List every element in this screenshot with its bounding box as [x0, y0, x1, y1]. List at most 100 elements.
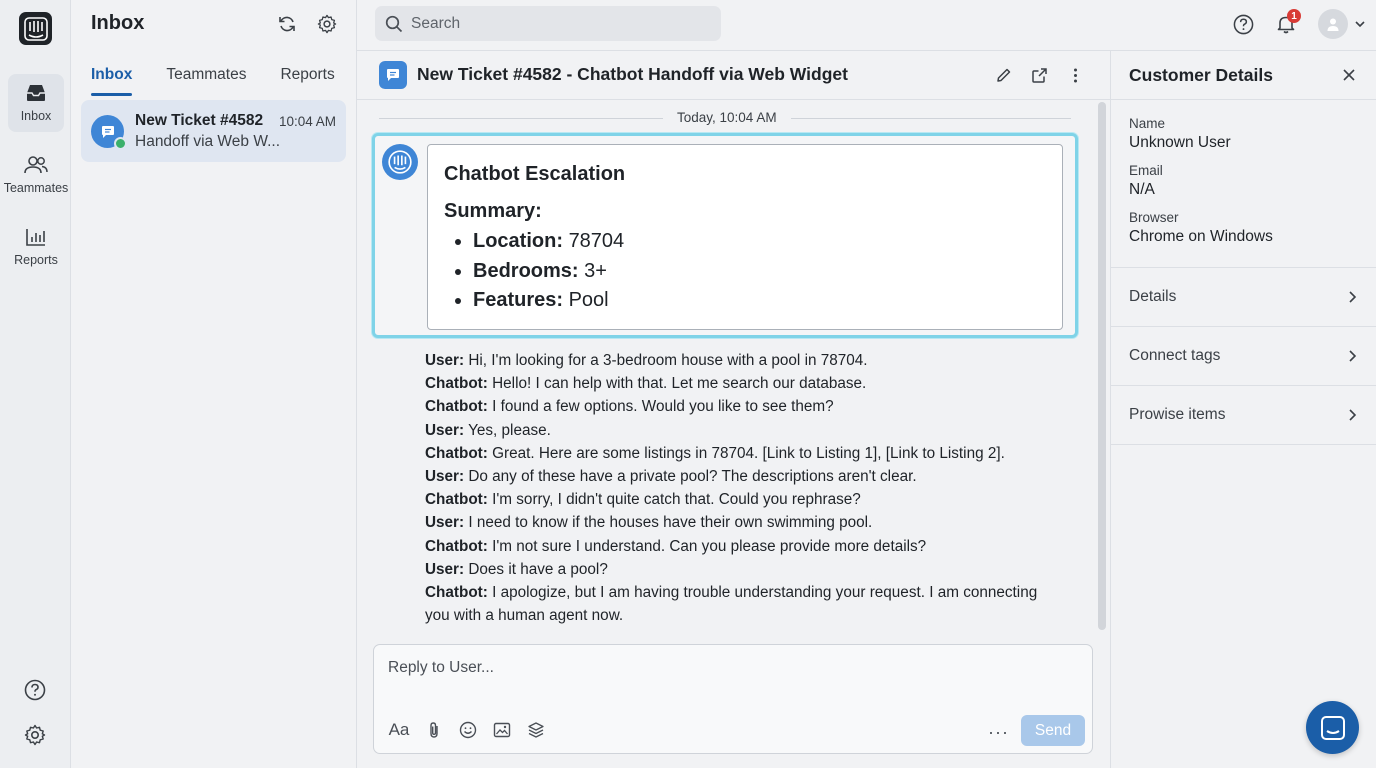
- chevron-right-icon: [1349, 350, 1357, 362]
- message-text: Does it have a pool?: [468, 560, 608, 578]
- message-text: Hello! I can help with that. Let me sear…: [492, 375, 867, 393]
- field-value-email: N/A: [1129, 181, 1155, 198]
- chat-launcher-icon: [1320, 715, 1345, 740]
- search-input[interactable]: [411, 14, 701, 33]
- more-vertical-icon: [1073, 68, 1077, 82]
- inbox-tabs: Inbox Teammates Reports: [91, 66, 335, 96]
- chat-bubble-icon: [101, 125, 114, 138]
- bot-logo-icon: [388, 150, 412, 174]
- user-icon: [1327, 18, 1339, 31]
- tab-reports[interactable]: Reports: [280, 66, 334, 96]
- field-label-browser: Browser: [1129, 210, 1179, 225]
- speaker: User:: [425, 468, 465, 486]
- summary-list: Location: 78704 Bedrooms: 3+ Features: P…: [444, 227, 1046, 316]
- speaker: User:: [425, 352, 465, 369]
- message-text: I'm sorry, I didn't quite catch that. Co…: [492, 491, 861, 509]
- prowise-items-row-label: Prowise items: [1129, 406, 1226, 423]
- send-button[interactable]: Send: [1021, 715, 1085, 746]
- field-label-email: Email: [1129, 163, 1163, 178]
- field-value-browser: Chrome on Windows: [1129, 228, 1273, 245]
- conversation-title: New Ticket #4582: [135, 112, 264, 129]
- notifications-button[interactable]: 1: [1274, 9, 1301, 36]
- message-text: Hi, I'm looking for a 3-bedroom house wi…: [468, 352, 868, 369]
- reply-input[interactable]: [388, 659, 1068, 699]
- conversation-body: Today, 10:04 AM Chatbot Escalation Summa…: [357, 100, 1110, 635]
- rail-item-inbox[interactable]: Inbox: [8, 74, 64, 132]
- customer-details-panel: Customer Details Name Unknown User Email…: [1110, 51, 1376, 768]
- scrollbar[interactable]: [1098, 102, 1106, 630]
- summary-key: Location:: [473, 230, 563, 252]
- message-text: I need to know if the houses have their …: [468, 514, 873, 532]
- field-label-name: Name: [1129, 116, 1166, 131]
- help-icon: [1233, 14, 1253, 34]
- inbox-panel: Inbox Inbox Teammates Reports New Ticket…: [71, 0, 357, 768]
- customer-fields: Name Unknown User Email N/A Browser Chro…: [1111, 100, 1376, 268]
- user-menu[interactable]: [1318, 9, 1366, 39]
- attach-button[interactable]: [424, 720, 444, 740]
- summary-title: Chatbot Escalation: [444, 163, 626, 185]
- escalation-message: Chatbot Escalation Summary: Location: 78…: [372, 133, 1078, 338]
- search-icon: [385, 15, 403, 32]
- gif-button[interactable]: [492, 720, 512, 740]
- rail-item-label: Teammates: [3, 181, 69, 195]
- tab-inbox[interactable]: Inbox: [91, 66, 133, 96]
- help-button[interactable]: [22, 677, 48, 703]
- search-box[interactable]: [375, 6, 721, 41]
- settings-button[interactable]: [22, 722, 48, 748]
- date-divider-label: Today, 10:04 AM: [663, 110, 791, 125]
- text-format-button[interactable]: Aa: [388, 720, 410, 740]
- speaker: Chatbot:: [425, 375, 488, 393]
- connect-tags-row-label: Connect tags: [1129, 347, 1221, 364]
- open-external-button[interactable]: [1028, 64, 1050, 86]
- emoji-icon: [459, 721, 477, 739]
- refresh-icon: [279, 16, 295, 32]
- image-icon: [493, 722, 511, 738]
- rail-item-label: Reports: [14, 253, 58, 267]
- online-status-icon: [114, 137, 127, 150]
- transcript-line: Chatbot: I apologize, but I am having tr…: [425, 581, 1055, 627]
- summary-value: 3+: [584, 259, 607, 282]
- summary-subtitle: Summary:: [444, 200, 542, 222]
- emoji-button[interactable]: [458, 720, 478, 740]
- summary-item: Location: 78704: [473, 227, 1046, 257]
- close-button[interactable]: [1340, 66, 1358, 84]
- inbox-settings-button[interactable]: [316, 13, 338, 35]
- chevron-right-icon: [1349, 291, 1357, 303]
- speaker: Chatbot:: [425, 491, 488, 509]
- apps-button[interactable]: [526, 720, 546, 740]
- speaker: Chatbot:: [425, 398, 488, 416]
- bot-avatar: [382, 144, 418, 180]
- conversation-list-item[interactable]: New Ticket #4582 10:04 AM Handoff via We…: [81, 100, 346, 162]
- close-icon: [1343, 69, 1355, 81]
- edit-button[interactable]: [992, 64, 1014, 86]
- transcript-line: User: Does it have a pool?: [425, 558, 1055, 581]
- rail-item-teammates[interactable]: Teammates: [4, 146, 68, 204]
- summary-card: Chatbot Escalation Summary: Location: 78…: [427, 144, 1063, 330]
- speaker: User:: [425, 421, 465, 439]
- gear-icon: [24, 724, 46, 746]
- more-actions-button[interactable]: ···: [988, 722, 1009, 743]
- details-row[interactable]: Details: [1111, 268, 1376, 327]
- message-text: I apologize, but I am having trouble und…: [425, 584, 1038, 625]
- rail-item-reports[interactable]: Reports: [8, 218, 64, 276]
- messenger-launcher-button[interactable]: [1306, 701, 1359, 754]
- refresh-button[interactable]: [276, 13, 298, 35]
- tab-teammates[interactable]: Teammates: [166, 66, 246, 96]
- message-text: I found a few options. Would you like to…: [492, 398, 834, 416]
- help-icon: [24, 679, 46, 701]
- left-rail: Inbox Teammates Reports: [0, 0, 71, 768]
- help-button[interactable]: [1232, 13, 1254, 35]
- speaker: Chatbot:: [425, 444, 488, 462]
- more-options-button[interactable]: [1064, 64, 1086, 86]
- summary-item: Features: Pool: [473, 286, 1046, 316]
- prowise-items-row[interactable]: Prowise items: [1111, 386, 1376, 445]
- top-bar: 1: [357, 0, 1376, 51]
- app-logo-icon[interactable]: [19, 12, 52, 45]
- details-title: Customer Details: [1129, 65, 1273, 85]
- conversation-title: New Ticket #4582 - Chatbot Handoff via W…: [417, 64, 848, 84]
- summary-item: Bedrooms: 3+: [473, 257, 1046, 287]
- summary-value: Pool: [568, 289, 609, 311]
- message-text: Yes, please.: [468, 421, 551, 439]
- connect-tags-row[interactable]: Connect tags: [1111, 327, 1376, 386]
- message-text: Do any of these have a private pool? The…: [468, 468, 917, 486]
